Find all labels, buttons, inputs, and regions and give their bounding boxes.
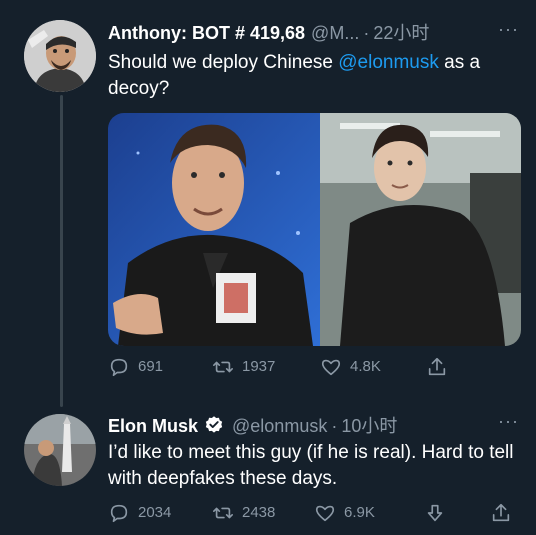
media-photo-left[interactable] xyxy=(108,113,320,346)
downvote-button[interactable] xyxy=(424,502,454,524)
separator-dot: · xyxy=(331,416,338,436)
author-handle[interactable]: @elonmusk xyxy=(232,416,327,437)
reply-icon xyxy=(110,358,128,377)
retweet-button[interactable]: 2438 xyxy=(212,502,275,524)
tweet-text-part: Should we deploy Chinese xyxy=(108,52,339,73)
like-count: 4.8K xyxy=(350,358,381,375)
downvote-icon xyxy=(427,504,443,522)
like-count: 6.9K xyxy=(344,504,375,521)
tweet-media[interactable] xyxy=(108,113,521,346)
tweet-header: Anthony: BOT # 419,68 @M... · 22小时 xyxy=(108,19,429,45)
tweet-text: Should we deploy Chinese @elonmusk as a … xyxy=(108,50,518,102)
reply-count: 691 xyxy=(138,358,164,375)
more-options-icon[interactable]: ··· xyxy=(498,20,519,38)
retweet-icon xyxy=(213,361,233,373)
share-button[interactable] xyxy=(426,356,456,378)
retweet-count: 1937 xyxy=(242,358,276,375)
tweet-header: Elon Musk @elonmusk · 10小时 xyxy=(108,412,397,438)
avatar[interactable] xyxy=(24,20,96,92)
thread-connector-line xyxy=(60,95,63,407)
retweet-button[interactable]: 1937 xyxy=(212,356,275,378)
retweet-icon xyxy=(213,507,233,519)
author-name[interactable]: Elon Musk xyxy=(108,416,198,437)
tweet-text: I’d like to meet this guy (if he is real… xyxy=(108,442,514,489)
timeline: Anthony: BOT # 419,68 @M... · 22小时 ··· S… xyxy=(0,0,536,535)
like-button[interactable]: 4.8K xyxy=(320,356,381,378)
reply-icon xyxy=(110,504,128,523)
author-name[interactable]: Anthony: BOT # 419,68 xyxy=(108,23,305,44)
share-icon xyxy=(492,503,510,522)
media-photo-right[interactable] xyxy=(320,113,521,346)
share-button[interactable] xyxy=(490,502,520,524)
more-options-icon[interactable]: ··· xyxy=(498,412,519,430)
reply-button[interactable]: 2034 xyxy=(108,502,171,524)
like-icon xyxy=(321,359,341,376)
share-icon xyxy=(428,357,446,376)
reply-button[interactable]: 691 xyxy=(108,356,163,378)
timestamp[interactable]: 22小时 xyxy=(373,19,429,45)
timestamp[interactable]: 10小时 xyxy=(341,412,397,438)
reply-count: 2034 xyxy=(138,504,172,521)
avatar[interactable] xyxy=(24,414,96,486)
like-button[interactable]: 6.9K xyxy=(314,502,375,524)
mention-link[interactable]: @elonmusk xyxy=(338,52,439,73)
separator-dot: · xyxy=(363,23,370,43)
author-handle[interactable]: @M... xyxy=(311,23,359,44)
verified-badge-icon xyxy=(204,415,224,435)
retweet-count: 2438 xyxy=(242,504,276,521)
like-icon xyxy=(315,505,335,522)
